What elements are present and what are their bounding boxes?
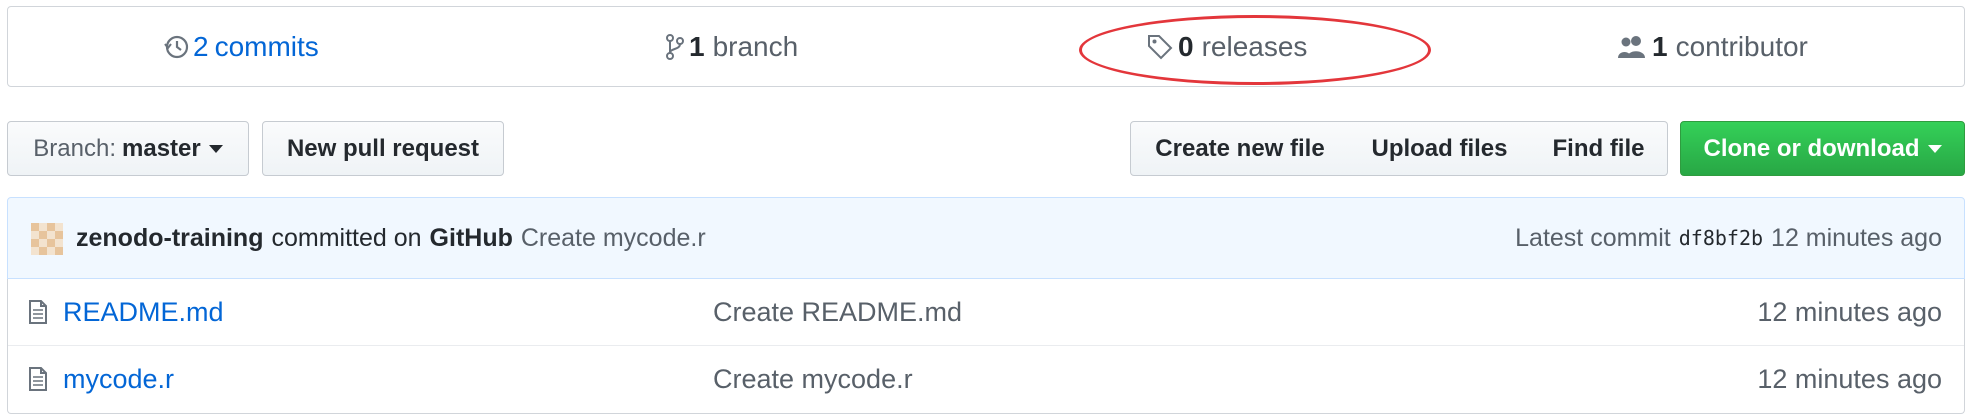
git-branch-icon: [666, 33, 684, 60]
branches-label: branch: [712, 30, 799, 62]
branches-link[interactable]: 1 branch: [665, 7, 798, 86]
table-row: README.md Create README.md 12 minutes ag…: [8, 279, 1964, 345]
clone-or-download-button[interactable]: Clone or download: [1680, 121, 1965, 176]
tag-icon: [1148, 34, 1173, 59]
file-list: README.md Create README.md 12 minutes ag…: [7, 279, 1965, 414]
commit-platform: GitHub: [429, 223, 513, 252]
new-pull-request-button[interactable]: New pull request: [262, 121, 504, 176]
repo-summary-bar: 2 commits 1 branch 0 releases 1 contribu…: [7, 6, 1965, 87]
file-age: 12 minutes ago: [1757, 364, 1942, 394]
commit-age: 12 minutes ago: [1771, 223, 1942, 252]
caret-down-icon: [1927, 144, 1942, 153]
file-age: 12 minutes ago: [1757, 297, 1942, 327]
commits-label: commits: [214, 30, 319, 62]
history-icon: [164, 35, 189, 58]
file-name-link[interactable]: README.md: [63, 279, 224, 345]
branch-select-button[interactable]: Branch: master: [7, 121, 249, 176]
table-row: mycode.r Create mycode.r 12 minutes ago: [8, 345, 1964, 412]
upload-files-button[interactable]: Upload files: [1349, 121, 1531, 176]
committed-on-text: committed on: [271, 223, 422, 252]
commit-meta: Latest commit df8bf2b 12 minutes ago: [1515, 198, 1942, 278]
branches-count: 1: [689, 30, 705, 62]
branch-prefix-label: Branch:: [33, 134, 116, 162]
clone-or-download-label: Clone or download: [1703, 134, 1920, 162]
branch-name: master: [122, 134, 201, 162]
contributors-label: contributor: [1675, 30, 1808, 62]
avatar[interactable]: [31, 223, 63, 255]
file-commit-message-link[interactable]: Create README.md: [713, 279, 962, 345]
file-icon: [29, 300, 47, 324]
releases-count: 0: [1178, 30, 1194, 62]
contributors-link[interactable]: 1 contributor: [1616, 7, 1808, 86]
commit-sha-link[interactable]: df8bf2b: [1679, 226, 1763, 250]
create-new-file-button[interactable]: Create new file: [1130, 121, 1350, 176]
latest-commit-bar: zenodo-training committed on GitHub Crea…: [7, 197, 1965, 279]
commit-message-link[interactable]: Create mycode.r: [521, 224, 706, 253]
file-commit-message-link[interactable]: Create mycode.r: [713, 346, 913, 412]
releases-link[interactable]: 0 releases: [1146, 7, 1307, 86]
find-file-button[interactable]: Find file: [1530, 121, 1668, 176]
contributors-count: 1: [1652, 30, 1668, 62]
commit-info: zenodo-training committed on GitHub Crea…: [76, 198, 706, 278]
caret-down-icon: [208, 144, 223, 153]
people-icon: [1618, 35, 1645, 58]
releases-label: releases: [1201, 30, 1308, 62]
commits-count: 2: [193, 30, 209, 62]
commit-author-link[interactable]: zenodo-training: [76, 224, 263, 253]
commits-link[interactable]: 2 commits: [163, 7, 319, 86]
file-name-link[interactable]: mycode.r: [63, 346, 174, 412]
latest-commit-label: Latest commit: [1515, 223, 1671, 252]
file-icon: [29, 367, 47, 391]
